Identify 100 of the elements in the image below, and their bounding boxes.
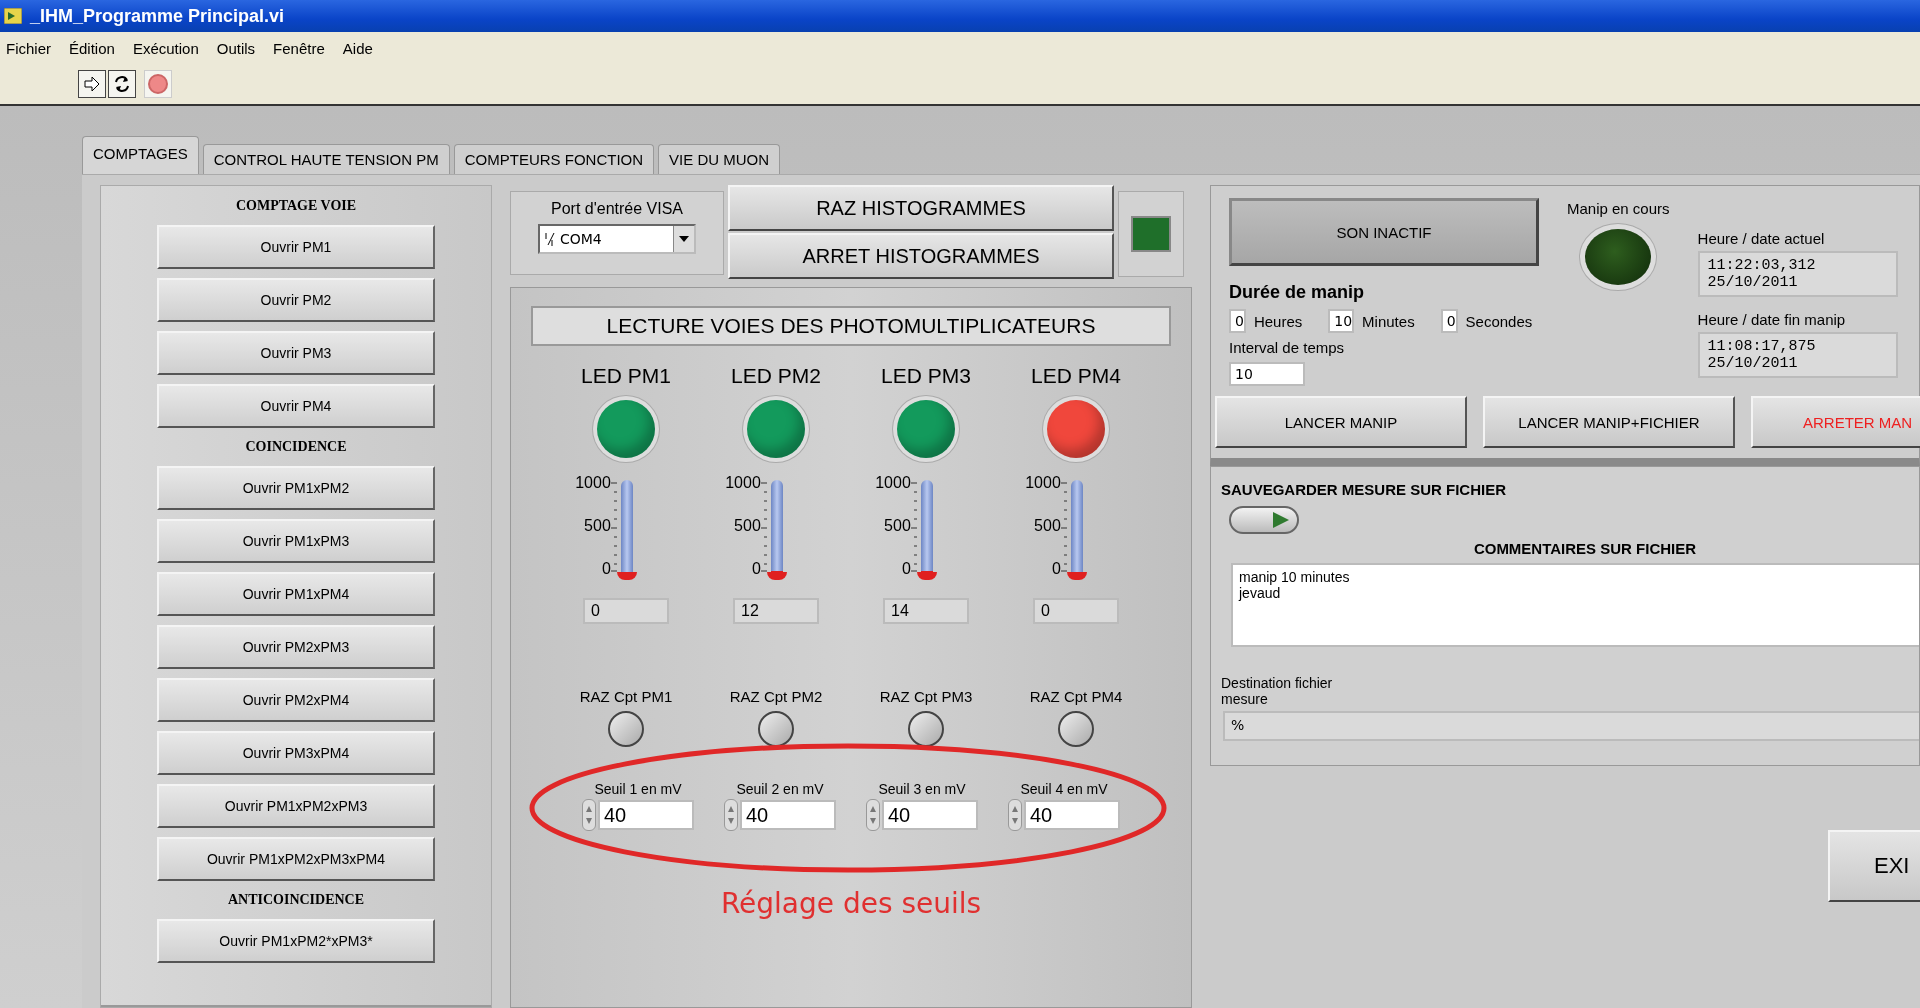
unit-label: Secondes [1465, 312, 1533, 330]
open-button[interactable]: Ouvrir PM1xPM2xPM3 [157, 784, 435, 828]
section-heading: COMPTAGE VOIE [235, 198, 357, 214]
save-title: SAUVEGARDER MESURE SUR FICHIER [1221, 481, 1508, 498]
tab[interactable]: VIE DU MUON [658, 144, 781, 174]
open-button[interactable]: Ouvrir PM1 [157, 225, 435, 269]
run-button[interactable]: LANCER MANIP+FICHIER [1483, 396, 1735, 448]
tab[interactable]: COMPTAGES [82, 136, 199, 174]
spinner-icon[interactable] [1008, 799, 1022, 831]
spinner-icon[interactable] [582, 799, 596, 831]
scale-label: 0 [1051, 560, 1061, 578]
reset-label: RAZ Cpt PM4 [1029, 688, 1123, 705]
reset-label: RAZ Cpt PM2 [729, 688, 823, 705]
window-title: _IHM_Programme Principal.vi [30, 5, 285, 27]
count-display: 12 [733, 598, 819, 624]
threshold-field[interactable]: 40 [882, 800, 978, 830]
duration-field[interactable]: 0 [1440, 309, 1458, 333]
current-time-display: 11:22:03,312 25/10/2011 [1697, 251, 1898, 297]
scale-label: 1000 [725, 474, 761, 492]
open-button[interactable]: Ouvrir PM3 [157, 331, 435, 375]
annotation-text: Réglage des seuils [720, 887, 982, 920]
menu-item[interactable]: Fichier [6, 39, 51, 57]
tab[interactable]: COMPTEURS FONCTION [453, 144, 655, 174]
comments-title: COMMENTAIRES SUR FICHIER [1473, 540, 1697, 557]
open-button[interactable]: Ouvrir PM2xPM4 [157, 678, 435, 722]
threshold-label: Seuil 3 en mV [878, 781, 966, 797]
reset-button[interactable] [908, 711, 944, 747]
end-time-label: Heure / date fin manip [1697, 311, 1847, 328]
scale-label: 500 [1034, 517, 1061, 535]
interval-field[interactable]: 10 [1229, 362, 1305, 386]
menu-item[interactable]: Fenêtre [273, 39, 325, 57]
led-label: LED PM2 [731, 364, 821, 388]
open-button[interactable]: Ouvrir PM2xPM3 [157, 625, 435, 669]
comments-field[interactable]: manip 10 minutes jevaud [1231, 563, 1919, 647]
abort-icon[interactable] [144, 70, 172, 98]
destination-label: Destination fichier mesure [1221, 675, 1334, 707]
threshold-label: Seuil 2 en mV [736, 781, 824, 797]
led-label: LED PM4 [1031, 364, 1121, 388]
run-continuous-icon[interactable] [108, 70, 136, 98]
unit-label: Heures [1253, 312, 1303, 330]
scale-label: 0 [901, 560, 911, 578]
threshold-field[interactable]: 40 [740, 800, 836, 830]
histogram-button[interactable]: ARRET HISTOGRAMMES [728, 233, 1114, 279]
unit-label: Minutes [1362, 312, 1415, 330]
led-label: LED PM1 [581, 364, 671, 388]
scale-label: 1000 [575, 474, 611, 492]
scale-label: 1000 [875, 474, 911, 492]
visa-label: Port d'entrée VISA [551, 200, 683, 218]
scale-label: 500 [734, 517, 761, 535]
scale-label: 500 [584, 517, 611, 535]
duration-title: Durée de manip [1229, 282, 1366, 303]
section-heading: COINCIDENCE [245, 439, 347, 455]
open-button[interactable]: Ouvrir PM1xPM2xPM3xPM4 [157, 837, 435, 881]
current-time-label: Heure / date actuel [1697, 230, 1826, 247]
open-button[interactable]: Ouvrir PM1xPM3 [157, 519, 435, 563]
interval-label: Interval de temps [1229, 339, 1346, 356]
duration-field[interactable]: 0 [1229, 309, 1246, 333]
app-icon [4, 8, 22, 24]
reset-button[interactable] [608, 711, 644, 747]
scale-label: 1000 [1025, 474, 1061, 492]
readout-title: LECTURE VOIES DES PHOTOMULTIPLICATEURS [531, 306, 1171, 346]
threshold-field[interactable]: 40 [598, 800, 694, 830]
menu-item[interactable]: Édition [69, 39, 115, 57]
exit-button[interactable]: EXI [1828, 830, 1920, 902]
led-label: LED PM3 [881, 364, 971, 388]
io-icon [544, 231, 556, 247]
scale-label: 0 [601, 560, 611, 578]
threshold-label: Seuil 4 en mV [1020, 781, 1108, 797]
running-label: Manip en cours [1567, 200, 1670, 217]
menu-item[interactable]: Exécution [132, 39, 199, 57]
open-button[interactable]: Ouvrir PM3xPM4 [157, 731, 435, 775]
scale-label: 500 [884, 517, 911, 535]
spinner-icon[interactable] [724, 799, 738, 831]
count-display: 14 [883, 598, 969, 624]
threshold-field[interactable]: 40 [1024, 800, 1120, 830]
duration-field[interactable]: 10 [1328, 309, 1355, 333]
menu-item[interactable]: Aide [342, 39, 373, 57]
section-heading: ANTICOINCIDENCE [227, 892, 365, 908]
open-button[interactable]: Ouvrir PM1xPM4 [157, 572, 435, 616]
end-time-display: 11:08:17,875 25/10/2011 [1697, 332, 1898, 378]
count-display: 0 [1033, 598, 1119, 624]
sound-button[interactable]: SON INACTIF [1229, 198, 1539, 266]
menu-item[interactable]: Outils [216, 39, 256, 57]
reset-label: RAZ Cpt PM3 [879, 688, 973, 705]
open-button[interactable]: Ouvrir PM1xPM2*xPM3* [157, 919, 435, 963]
destination-field[interactable]: % [1223, 711, 1919, 741]
reset-button[interactable] [1058, 711, 1094, 747]
scale-label: 0 [751, 560, 761, 578]
open-button[interactable]: Ouvrir PM4 [157, 384, 435, 428]
open-button[interactable]: Ouvrir PM2 [157, 278, 435, 322]
tab[interactable]: CONTROL HAUTE TENSION PM [202, 144, 450, 174]
count-display: 0 [583, 598, 669, 624]
visa-dropdown[interactable]: COM4 [538, 224, 696, 254]
spinner-icon[interactable] [866, 799, 880, 831]
toggle-switch[interactable] [1229, 506, 1299, 534]
run-button[interactable]: LANCER MANIP [1215, 396, 1467, 448]
reset-button[interactable] [758, 711, 794, 747]
threshold-label: Seuil 1 en mV [594, 781, 682, 797]
histogram-button[interactable]: RAZ HISTOGRAMMES [728, 185, 1114, 231]
open-button[interactable]: Ouvrir PM1xPM2 [157, 466, 435, 510]
